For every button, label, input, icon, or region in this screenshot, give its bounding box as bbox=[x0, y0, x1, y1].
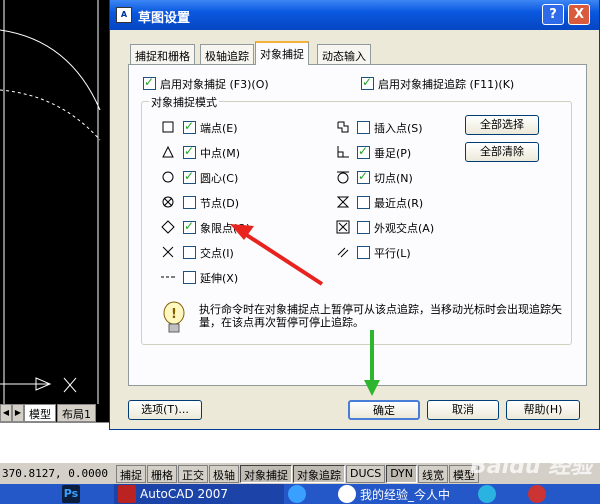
red-annotation-arrow bbox=[230, 224, 324, 286]
green-annotation-arrow bbox=[364, 330, 380, 396]
annotation-overlay bbox=[230, 224, 380, 396]
tab-object-snap[interactable]: 对象捕捉 bbox=[255, 41, 309, 65]
baidu-watermark: Baidu 经验 bbox=[470, 454, 593, 479]
